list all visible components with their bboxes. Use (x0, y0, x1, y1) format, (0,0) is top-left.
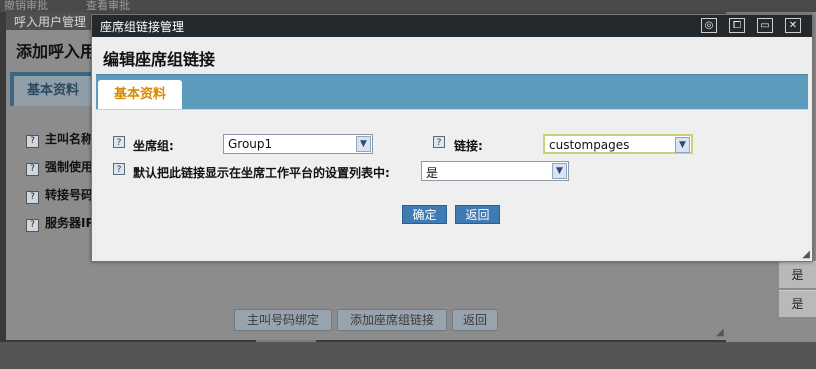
add-agent-group-link-button[interactable]: 添加座席组链接 (337, 309, 447, 331)
background-footer (0, 342, 816, 369)
agent-group-label: 坐席组: (133, 139, 174, 153)
resize-grip-icon[interactable]: ◢ (802, 249, 810, 260)
help-icon: ? (26, 135, 39, 148)
agent-group-select[interactable]: Group1 ▼ (223, 134, 373, 154)
help-icon: ? (26, 219, 39, 232)
outer-field-force-use: ? 强制使用 (26, 158, 93, 176)
outer-back-button[interactable]: 返回 (452, 309, 498, 331)
display-default-select[interactable]: 是 ▼ (421, 161, 569, 181)
chevron-down-icon[interactable]: ▼ (552, 163, 567, 179)
background-topbar: 撤销审批 查看审批 (0, 0, 816, 12)
dialog-title: 座席组链接管理 (100, 20, 185, 34)
display-default-value: 是 (426, 166, 439, 180)
outer-field-server-ip: ? 服务器IP (26, 214, 94, 232)
help-icon[interactable]: ? (113, 136, 125, 148)
help-icon[interactable]: ? (433, 136, 445, 148)
display-default-label: 默认把此链接显示在坐席工作平台的设置列表中: (133, 166, 390, 180)
confirm-button[interactable]: 确定 (402, 205, 447, 224)
chevron-down-icon[interactable]: ▼ (675, 137, 690, 153)
back-button[interactable]: 返回 (455, 205, 500, 224)
minimize-icon[interactable]: ▭ (757, 18, 773, 33)
dialog-tabbar: 基本资料 (96, 74, 808, 110)
help-icon[interactable]: ? (113, 163, 125, 175)
maximize-icon[interactable]: ⧠ (729, 18, 745, 33)
background-cell: 是 (779, 290, 816, 317)
background-cell: 是 (779, 261, 816, 288)
restore-icon[interactable]: ◎ (701, 18, 717, 33)
outer-field-caller-name: ? 主叫名称 (26, 130, 93, 148)
form-panel: ? 坐席组: Group1 ▼ ? 链接: custompages ▼ ? 默认… (96, 109, 808, 258)
chevron-down-icon[interactable]: ▼ (356, 136, 371, 152)
dialog-titlebar[interactable]: 座席组链接管理 ◎ ⧠ ▭ ✕ (92, 15, 812, 37)
link-label: 链接: (454, 139, 483, 153)
outer-field-transfer-number: ? 转接号码 (26, 186, 93, 204)
outer-window-title: 呼入用户管理 (14, 15, 87, 29)
tab-basic-info[interactable]: 基本资料 (98, 80, 182, 110)
help-icon: ? (26, 191, 39, 204)
link-value: custompages (549, 138, 630, 152)
outer-tab-basic-info[interactable]: 基本资料 (14, 76, 92, 106)
dialog-heading: 编辑座席组链接 (103, 50, 216, 69)
resize-grip-icon[interactable]: ◢ (716, 327, 724, 338)
agent-group-link-dialog: 座席组链接管理 ◎ ⧠ ▭ ✕ 编辑座席组链接 基本资料 ? 坐席组: Grou… (91, 14, 813, 262)
agent-group-value: Group1 (228, 137, 273, 151)
bind-caller-number-button[interactable]: 主叫号码绑定 (234, 309, 332, 331)
help-icon: ? (26, 163, 39, 176)
close-icon[interactable]: ✕ (785, 18, 801, 33)
link-select[interactable]: custompages ▼ (543, 134, 693, 154)
